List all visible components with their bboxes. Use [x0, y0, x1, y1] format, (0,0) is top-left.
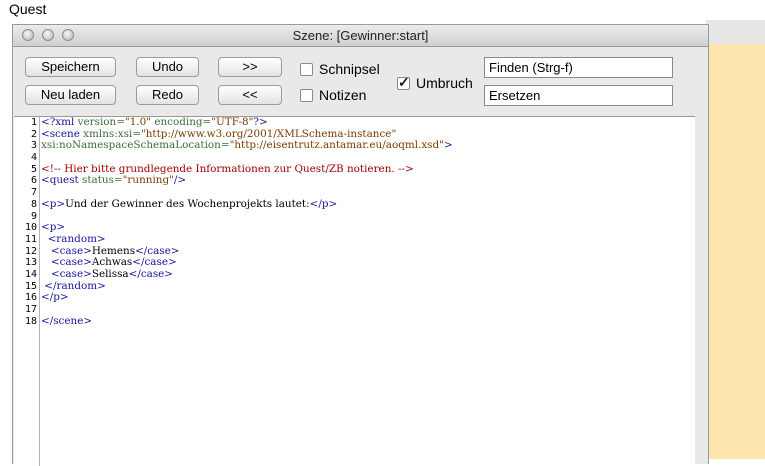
- line-number: 5: [30, 163, 37, 175]
- line-number: 1: [30, 117, 37, 128]
- titlebar[interactable]: Szene: [Gewinner:start]: [13, 25, 708, 47]
- forward-button[interactable]: >>: [218, 57, 282, 77]
- code-token: <case>: [41, 244, 92, 257]
- code-line[interactable]: [41, 211, 695, 223]
- line-number: 9: [30, 210, 37, 222]
- line-number: 4: [30, 152, 37, 164]
- code-token: encoding=: [151, 116, 212, 128]
- code-token: </case>: [128, 267, 174, 280]
- code-token: xsi:noNamespaceSchemaLocation=: [41, 139, 230, 152]
- notes-label: Notizen: [319, 87, 367, 103]
- snippets-checkbox[interactable]: Schnipsel: [300, 61, 380, 77]
- code-token: Achwas: [91, 256, 133, 269]
- code-token: "UTF-8": [211, 116, 254, 128]
- code-line[interactable]: </p>: [41, 291, 695, 304]
- code-token: "running": [122, 174, 174, 187]
- line-number: 3: [30, 140, 37, 152]
- checkmark-icon: ✓: [398, 73, 410, 90]
- code-line[interactable]: [41, 327, 695, 339]
- line-number: 11: [24, 233, 37, 245]
- line-number: 16: [24, 292, 37, 304]
- code-line[interactable]: </scene>: [41, 314, 695, 328]
- code-token: />: [173, 174, 187, 187]
- snippets-checkbox-box[interactable]: [300, 62, 313, 76]
- line-number: 7: [30, 187, 37, 199]
- line-number: 10: [24, 222, 37, 234]
- line-number: 14: [24, 268, 37, 280]
- line-number: 6: [30, 175, 37, 187]
- code-token: "http://www.w3.org/2001/XMLSchema-instan…: [140, 127, 397, 140]
- code-token: Und der Gewinner des Wochenprojekts laut…: [65, 197, 310, 210]
- background-pane: [706, 20, 765, 459]
- snippets-label: Schnipsel: [319, 61, 380, 77]
- reload-button[interactable]: Neu laden: [25, 85, 116, 105]
- code-token: "http://eisentrutz.antamar.eu/aoqml.xsd": [229, 139, 444, 152]
- wrap-checkbox-box[interactable]: ✓: [397, 73, 410, 90]
- code-editor[interactable]: 1 2 3 4 5 6 7 8 9 10 11 12 13 14 15 16 17 18 <?xml versio…: [14, 116, 695, 466]
- code-token: </scene>: [41, 314, 93, 327]
- code-token: status=: [82, 174, 123, 187]
- line-number: 2: [30, 128, 37, 140]
- wrap-checkbox[interactable]: ✓ Umbruch: [397, 73, 473, 91]
- code-line[interactable]: <case>Selissa</case>: [41, 267, 695, 281]
- code-token: </p>: [309, 197, 338, 210]
- line-number: 12: [24, 245, 37, 257]
- code-token: <quest: [41, 174, 83, 187]
- code-line[interactable]: <quest status="running"/>: [41, 175, 695, 187]
- line-number: 17: [24, 304, 37, 315]
- code-token: ?>: [253, 116, 268, 128]
- back-button[interactable]: <<: [218, 85, 282, 105]
- code-area[interactable]: <?xml version="1.0" encoding="UTF-8"?> <s…: [41, 117, 695, 339]
- code-token: <?xml: [41, 116, 78, 128]
- code-token: <case>: [41, 256, 92, 269]
- line-number-gutter: 1 2 3 4 5 6 7 8 9 10 11 12 13 14 15 16 17 18: [14, 117, 40, 466]
- code-token: <!-- Hier bitte grundlegende Information…: [41, 162, 414, 175]
- background-pane-strip: [706, 20, 765, 44]
- line-number: 18: [24, 315, 37, 327]
- undo-button[interactable]: Undo: [136, 57, 199, 77]
- code-line[interactable]: </random>: [41, 279, 695, 293]
- code-token: version=: [77, 116, 125, 128]
- code-line[interactable]: <p>: [41, 221, 695, 234]
- toolbar: Speichern Neu laden Undo Redo >> << Schn…: [13, 47, 708, 116]
- code-token: </random>: [41, 279, 106, 292]
- code-token: "1.0": [124, 116, 152, 128]
- code-token: <p>: [41, 197, 66, 210]
- code-token: <scene: [41, 127, 84, 140]
- wrap-label: Umbruch: [416, 75, 473, 91]
- line-number: 8: [30, 198, 37, 210]
- code-token: <p>: [41, 221, 66, 234]
- app-title: Quest: [0, 0, 765, 20]
- code-token: </case>: [132, 256, 177, 269]
- redo-button[interactable]: Redo: [136, 85, 199, 105]
- code-line[interactable]: <p>Und der Gewinner des Wochenprojekts l…: [41, 197, 695, 211]
- code-token: <case>: [41, 267, 92, 280]
- line-number: 13: [24, 257, 37, 269]
- line-number: 15: [24, 280, 37, 292]
- code-token: </p>: [41, 291, 69, 304]
- code-token: xmlns:xsi=: [83, 127, 141, 140]
- code-token: >: [443, 139, 453, 152]
- code-token: <random>: [41, 232, 106, 245]
- save-button[interactable]: Speichern: [25, 57, 116, 77]
- notes-checkbox-box[interactable]: [300, 88, 313, 102]
- window-title: Szene: [Gewinner:start]: [292, 28, 429, 43]
- code-token: </case>: [135, 244, 180, 257]
- code-line[interactable]: [41, 304, 695, 316]
- code-token: Hemens: [91, 244, 136, 257]
- scene-window: Szene: [Gewinner:start] Speichern Neu la…: [12, 24, 709, 466]
- code-line[interactable]: xsi:noNamespaceSchemaLocation="http://ei…: [41, 140, 695, 152]
- code-token: Selissa: [91, 267, 129, 280]
- replace-field[interactable]: Ersetzen: [484, 85, 673, 106]
- find-field[interactable]: Finden (Strg-f): [484, 57, 673, 78]
- notes-checkbox[interactable]: Notizen: [300, 87, 366, 103]
